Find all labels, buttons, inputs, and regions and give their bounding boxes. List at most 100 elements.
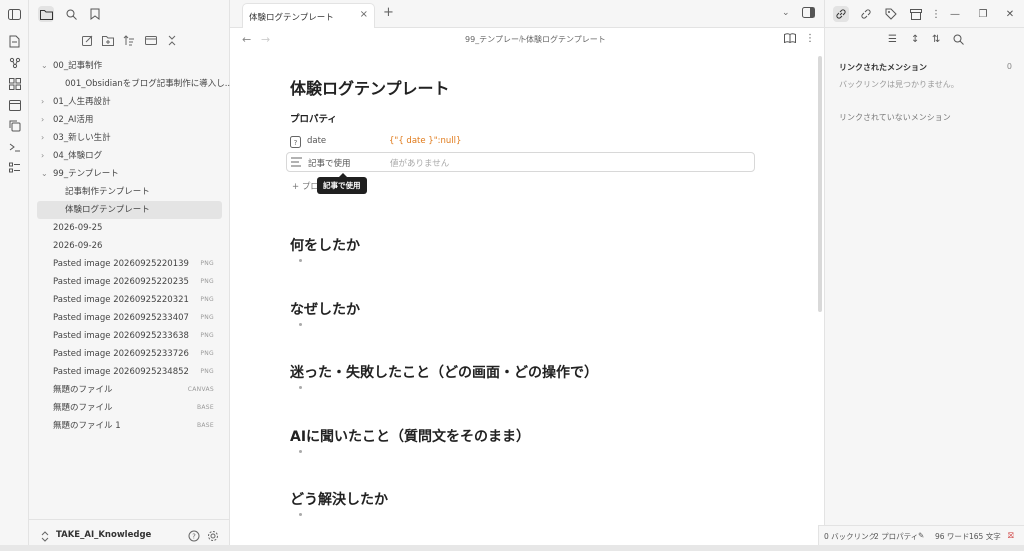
tree-file[interactable]: 無題のファイル 1 BASE [29, 417, 230, 435]
close-window-icon[interactable]: ✕ [1002, 6, 1018, 22]
tab-list-chevron-icon[interactable]: ⌄ [782, 8, 790, 18]
tab-close-icon[interactable]: × [360, 9, 368, 20]
tree-item-label[interactable]: 04_体験ログ [53, 147, 102, 165]
tree-file[interactable]: 2026-09-26 [29, 237, 230, 255]
breadcrumb-folder[interactable]: 99_テンプレート [465, 34, 527, 45]
search-icon[interactable] [953, 34, 964, 45]
empty-bullet[interactable] [299, 513, 302, 516]
tree-item-label[interactable]: 体験ログテンプレート [65, 201, 150, 219]
restore-window-icon[interactable]: ❐ [975, 6, 991, 22]
new-folder-icon[interactable] [101, 33, 115, 47]
empty-bullet[interactable] [299, 386, 302, 389]
tree-item-label[interactable]: Pasted image 20260925233726 [53, 345, 189, 363]
tree-folder[interactable]: › 01_人生再設計 [29, 93, 230, 111]
tree-folder[interactable]: › 03_新しい生計 [29, 129, 230, 147]
linked-mentions-heading[interactable]: リンクされたメンション [839, 62, 927, 73]
tree-file[interactable]: 無題のファイル BASE [29, 399, 230, 417]
tree-item-label[interactable]: 01_人生再設計 [53, 93, 111, 111]
property-key[interactable]: 記事で使用 [308, 157, 351, 169]
bases-icon[interactable] [7, 160, 22, 175]
editor-content[interactable]: 体験ログテンプレート プロパティ ? date {"{ date }":null… [286, 52, 760, 551]
calendar-note-icon[interactable]: ? [290, 136, 302, 148]
tree-item-label[interactable]: 無題のファイル [53, 381, 113, 399]
property-value-empty[interactable]: 値がありません [390, 157, 449, 169]
canvas-icon[interactable] [7, 76, 22, 91]
heading-what[interactable]: 何をしたか [290, 235, 360, 255]
chevron-up-down-icon[interactable] [38, 529, 52, 543]
tree-file[interactable]: Pasted image 20260925220139 PNG [29, 255, 230, 273]
calendar-icon[interactable] [7, 97, 22, 112]
tree-file[interactable]: Pasted image 20260925233407 PNG [29, 309, 230, 327]
chevron-right-icon[interactable]: › [41, 93, 49, 111]
tree-item-label[interactable]: 001_Obsidianをブログ記事制作に導入し... [65, 75, 230, 93]
empty-bullet[interactable] [299, 259, 302, 262]
tree-file[interactable]: 記事制作テンプレート [29, 183, 230, 201]
tags-icon[interactable] [883, 6, 899, 22]
new-note-icon[interactable] [80, 33, 94, 47]
tree-item-label[interactable]: Pasted image 20260925220321 [53, 291, 189, 309]
help-icon[interactable]: ? [187, 529, 201, 543]
sidebar-toggle-icon[interactable] [7, 7, 22, 22]
status-properties[interactable]: 2 プロパティ [874, 531, 918, 542]
terminal-icon[interactable] [7, 139, 22, 154]
right-sidebar-toggle-icon[interactable] [802, 7, 815, 18]
tree-file[interactable]: Pasted image 20260925233726 PNG [29, 345, 230, 363]
tree-item-label[interactable]: 99_テンプレート [53, 165, 119, 183]
heading-resolution[interactable]: どう解決したか [290, 489, 388, 509]
settings-gear-icon[interactable] [206, 529, 220, 543]
new-note-icon[interactable] [7, 34, 22, 49]
tree-item-label[interactable]: 2026-09-26 [53, 237, 102, 255]
properties-heading[interactable]: プロパティ [290, 111, 337, 125]
expand-icon[interactable]: ↕ [911, 34, 919, 45]
property-value[interactable]: {"{ date }":null} [389, 136, 461, 146]
tree-file[interactable]: Pasted image 20260925233638 PNG [29, 327, 230, 345]
tree-item-label[interactable]: 00_記事制作 [53, 57, 102, 75]
tree-file[interactable]: 無題のファイル CANVAS [29, 381, 230, 399]
add-property-button[interactable]: + プロ [292, 180, 319, 192]
search-icon[interactable] [63, 6, 79, 22]
tree-item-label[interactable]: 無題のファイル 1 [53, 417, 121, 435]
property-date[interactable]: ? date {"{ date }":null} [286, 132, 755, 152]
copy-icon[interactable] [7, 118, 22, 133]
tree-folder[interactable]: › 04_体験ログ [29, 147, 230, 165]
new-tab-icon[interactable]: + [383, 5, 394, 20]
sync-status-icon[interactable]: ⛝ [1008, 531, 1014, 541]
minimize-window-icon[interactable]: — [947, 6, 963, 22]
chevron-right-icon[interactable]: › [41, 129, 49, 147]
tree-item-label[interactable]: 03_新しい生計 [53, 129, 111, 147]
text-lines-icon[interactable] [291, 157, 303, 169]
tree-file[interactable]: Pasted image 20260925220235 PNG [29, 273, 230, 291]
collapse-all-icon[interactable] [165, 33, 179, 47]
tab-title[interactable]: 体験ログテンプレート [249, 11, 334, 23]
tree-file[interactable]: 2026-09-25 [29, 219, 230, 237]
files-folder-icon[interactable] [38, 6, 54, 22]
tree-item-label[interactable]: Pasted image 20260925234852 [53, 363, 189, 381]
tree-folder[interactable]: ⌄ 99_テンプレート [29, 165, 230, 183]
chevron-down-icon[interactable]: ⌄ [41, 57, 49, 75]
heading-confusion[interactable]: 迷った・失敗したこと（どの画面・どの操作で） [290, 362, 598, 382]
tab-active[interactable]: 体験ログテンプレート × [242, 3, 375, 28]
more-options-icon[interactable]: ⋮ [805, 33, 815, 44]
backlinks-icon[interactable] [833, 6, 849, 22]
tree-item-label[interactable]: Pasted image 20260925220235 [53, 273, 189, 291]
chevron-right-icon[interactable]: › [41, 147, 49, 165]
graph-view-icon[interactable] [7, 55, 22, 70]
vault-name[interactable]: TAKE_AI_Knowledge [56, 530, 151, 540]
property-key[interactable]: date [307, 136, 326, 146]
auto-reveal-icon[interactable] [144, 33, 158, 47]
property-used-in-article[interactable]: 記事で使用 値がありません [286, 152, 755, 172]
empty-bullet[interactable] [299, 450, 302, 453]
archive-icon[interactable] [908, 6, 924, 22]
breadcrumb-file[interactable]: 体験ログテンプレート [526, 34, 606, 45]
tree-item-label[interactable]: Pasted image 20260925233407 [53, 309, 189, 327]
chevron-down-icon[interactable]: ⌄ [41, 165, 49, 183]
more-options-icon[interactable]: ⋮ [928, 6, 944, 22]
tree-file[interactable]: Pasted image 20260925234852 PNG [29, 363, 230, 381]
edit-pencil-icon[interactable]: ✎ [918, 531, 924, 540]
tree-item-label[interactable]: 記事制作テンプレート [65, 183, 150, 201]
tree-file[interactable]: Pasted image 20260925220321 PNG [29, 291, 230, 309]
tree-item-label[interactable]: 無題のファイル [53, 399, 113, 417]
status-backlinks[interactable]: 0 バックリンク [824, 531, 876, 542]
sort-icon[interactable]: ⇅ [932, 34, 940, 45]
tree-item-label[interactable]: Pasted image 20260925233638 [53, 327, 189, 345]
